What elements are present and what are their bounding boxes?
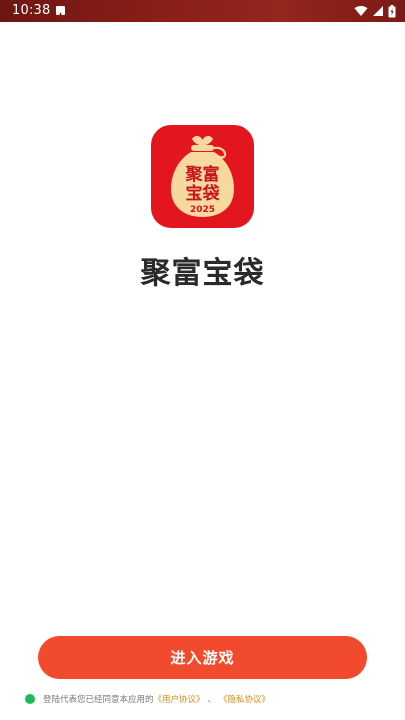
svg-text:聚富: 聚富 (185, 164, 220, 185)
user-agreement-link[interactable]: 《用户协议》 (154, 693, 205, 705)
signal-icon (372, 5, 384, 17)
wifi-icon (354, 5, 368, 17)
app-title: 聚富宝袋 (140, 256, 265, 291)
svg-text:2025: 2025 (190, 205, 215, 215)
agreement-text: 登陆代表您已经同意本应用的 (43, 695, 154, 705)
status-time: 10:38 (12, 3, 51, 18)
svg-text:宝袋: 宝袋 (186, 183, 221, 204)
agreement-separator: 、 (207, 695, 217, 705)
agree-checkbox[interactable] (25, 694, 35, 704)
notification-a-icon (56, 6, 65, 20)
status-icons (354, 4, 396, 18)
privacy-policy-link[interactable]: 《隐私协议》 (219, 693, 270, 705)
agreement-row: 登陆代表您已经同意本应用的 《用户协议》 、 《隐私协议》 (25, 693, 270, 705)
battery-icon (388, 4, 396, 18)
enter-game-button[interactable]: 进入游戏 (38, 636, 367, 679)
status-bar: 10:38 (0, 0, 405, 22)
money-bag-logo-icon: 聚富 宝袋 2025 (151, 125, 254, 228)
